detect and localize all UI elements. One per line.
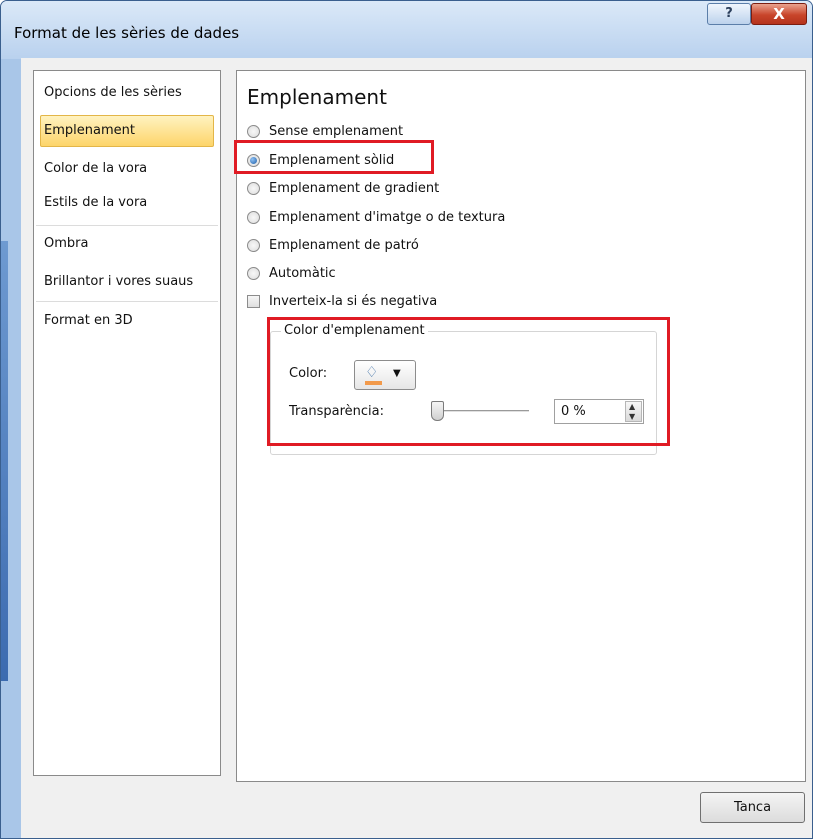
highlight-box-fill-color: [267, 317, 670, 446]
radio-button[interactable]: [247, 239, 260, 252]
title-bar: Format de les sèries de dades ? X: [1, 1, 812, 59]
window-frame-accent: [1, 241, 8, 681]
radio-button[interactable]: [247, 211, 260, 224]
nav-divider: [36, 301, 218, 302]
window-title: Format de les sèries de dades: [14, 24, 240, 42]
radio-button[interactable]: [247, 125, 260, 138]
dialog-window: Format de les sèries de dades ? X Opcion…: [0, 0, 813, 839]
nav-item-3d-format[interactable]: Format en 3D: [40, 305, 214, 337]
close-button[interactable]: Tanca: [700, 792, 805, 823]
radio-button[interactable]: [247, 267, 260, 280]
close-window-button[interactable]: X: [751, 3, 807, 25]
nav-item-border-color[interactable]: Color de la vora: [40, 153, 214, 185]
dialog-body: Opcions de les sèries Emplenament Color …: [21, 58, 812, 838]
nav-item-fill[interactable]: Emplenament: [40, 115, 214, 147]
nav-item-glow-soft-edges[interactable]: Brillantor i vores suaus: [40, 266, 214, 298]
help-button[interactable]: ?: [707, 3, 751, 25]
nav-divider: [36, 225, 218, 226]
radio-button[interactable]: [247, 182, 260, 195]
highlight-box-solid-fill: [234, 140, 434, 174]
panel-heading: Emplenament: [247, 85, 387, 109]
checkbox-label: Inverteix-la si és negativa: [269, 294, 438, 309]
radio-label: Emplenament d'imatge o de textura: [269, 210, 506, 225]
radio-label: Emplenament de gradient: [269, 181, 440, 196]
fill-panel: Emplenament Sense emplenament Emplenamen…: [234, 70, 806, 782]
radio-label: Emplenament de patró: [269, 238, 419, 253]
nav-item-border-styles[interactable]: Estils de la vora: [40, 187, 214, 219]
radio-label: Automàtic: [269, 266, 336, 281]
nav-item-shadow[interactable]: Ombra: [40, 228, 214, 260]
nav-item-series-options[interactable]: Opcions de les sèries: [40, 77, 214, 109]
category-list: Opcions de les sèries Emplenament Color …: [33, 70, 221, 776]
checkbox[interactable]: [247, 295, 260, 308]
